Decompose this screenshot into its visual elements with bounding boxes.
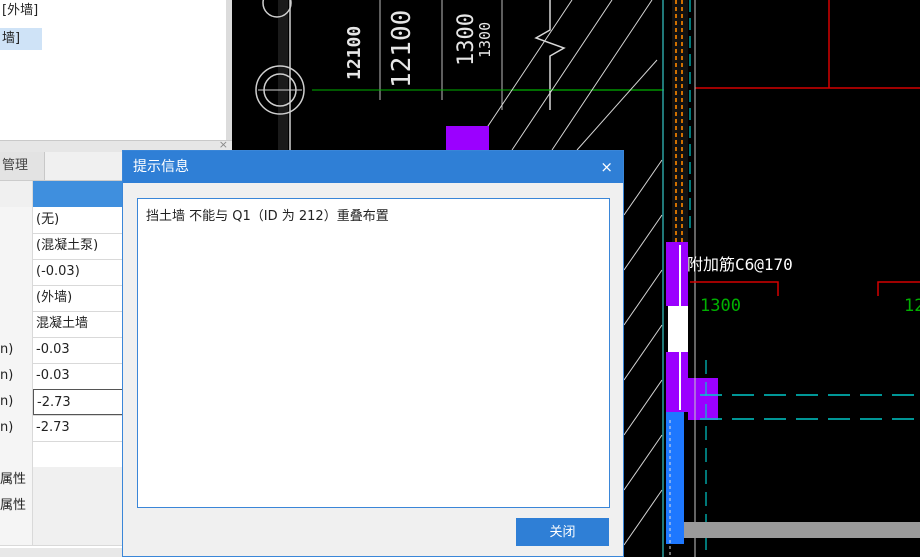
close-icon[interactable]: × (600, 151, 613, 183)
property-label: n) (0, 389, 33, 415)
info-dialog: 提示信息 × 挡土墙 不能与 Q1（ID 为 212）重叠布置 关闭 (122, 150, 624, 557)
property-label (0, 207, 33, 233)
property-label (0, 311, 33, 337)
property-label: n) (0, 337, 33, 363)
purple-column[interactable] (446, 126, 489, 152)
dim-1300-c: 1300 (700, 296, 741, 316)
property-group-label (0, 519, 33, 545)
tree-item-exterior-wall[interactable]: [外墙] (0, 0, 230, 22)
dim-12100-b: 12100 (387, 10, 417, 88)
wall-section (672, 0, 688, 242)
header-label-cell (0, 181, 33, 207)
dialog-title: 提示信息 (133, 159, 189, 175)
property-label: n) (0, 363, 33, 389)
property-label (0, 285, 33, 311)
property-label: n) (0, 415, 33, 441)
dim-1300-b: 1300 (476, 22, 494, 58)
floor-slab[interactable] (684, 522, 920, 538)
white-wall-gap (668, 306, 688, 352)
purple-wall[interactable] (666, 242, 688, 306)
property-group-label: 属性 (0, 493, 33, 519)
property-label (0, 233, 33, 259)
dialog-titlebar[interactable]: 提示信息 × (123, 151, 623, 183)
dim-12100-a: 12100 (344, 26, 365, 80)
purple-wall[interactable] (666, 352, 688, 412)
property-label (0, 441, 33, 467)
dialog-message: 挡土墙 不能与 Q1（ID 为 212）重叠布置 (137, 198, 610, 508)
retaining-wall-blue[interactable] (666, 412, 684, 544)
tab-manage[interactable]: 管理 (0, 152, 45, 180)
tree-item-wall-selected[interactable]: 墙] (0, 28, 42, 50)
dim-12: 12 (904, 296, 920, 316)
close-button[interactable]: 关闭 (516, 518, 609, 546)
purple-wall-foot[interactable] (688, 378, 718, 420)
property-group-label: 属性 (0, 467, 33, 493)
rebar-note: 附加筋C6@170 (687, 255, 793, 274)
property-label (0, 259, 33, 285)
